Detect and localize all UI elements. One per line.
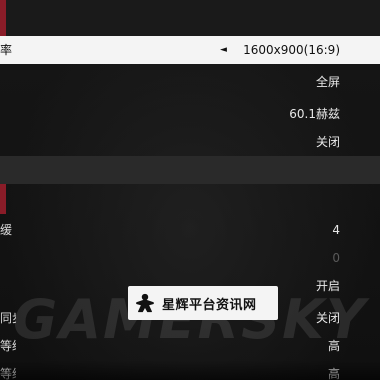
arrow-left-icon[interactable]: ◄ bbox=[220, 36, 227, 64]
setting-row-quality-1[interactable]: 等级 高 bbox=[0, 332, 380, 360]
setting-value-refresh-rate: 60.1赫兹 bbox=[289, 107, 340, 121]
setting-row-refresh-rate[interactable]: 60.1赫兹 bbox=[0, 100, 380, 128]
settings-screen: 率 ◄ 1600x900(16:9) 全屏 60.1赫兹 关闭 缓 4 0 开启… bbox=[0, 0, 380, 380]
setting-label-4: 缓 bbox=[0, 223, 13, 237]
setting-value-option-1: 关闭 bbox=[315, 135, 340, 149]
setting-value-vsync: 关闭 bbox=[315, 311, 340, 325]
watermark-logo-badge: 星辉平台资讯网 bbox=[128, 286, 278, 320]
setting-label-resolution: 率 bbox=[0, 43, 13, 57]
accent-bar-mid bbox=[0, 184, 6, 214]
setting-value-4: 4 bbox=[332, 223, 340, 237]
setting-label-quality-1: 等级 bbox=[0, 339, 16, 353]
setting-row-dim: 0 bbox=[0, 244, 380, 272]
section-divider bbox=[0, 156, 380, 184]
setting-row-4[interactable]: 缓 4 bbox=[0, 216, 380, 244]
setting-value-on: 开启 bbox=[315, 279, 340, 293]
setting-label-vsync: 同步 bbox=[0, 311, 16, 325]
setting-row-display-mode[interactable]: 全屏 bbox=[0, 68, 380, 96]
meeple-icon bbox=[128, 286, 162, 320]
setting-value-display-mode: 全屏 bbox=[315, 75, 340, 89]
setting-row-resolution[interactable]: 率 ◄ 1600x900(16:9) bbox=[0, 36, 380, 64]
setting-value-quality-1: 高 bbox=[327, 339, 340, 353]
setting-value-resolution: 1600x900(16:9) bbox=[243, 43, 340, 57]
accent-bar-top bbox=[0, 0, 6, 36]
bottom-fade bbox=[0, 360, 380, 380]
setting-row-option-1[interactable]: 关闭 bbox=[0, 128, 380, 156]
top-strip bbox=[0, 0, 380, 38]
setting-value-dim: 0 bbox=[332, 251, 340, 265]
watermark-logo-text: 星辉平台资讯网 bbox=[162, 297, 257, 313]
